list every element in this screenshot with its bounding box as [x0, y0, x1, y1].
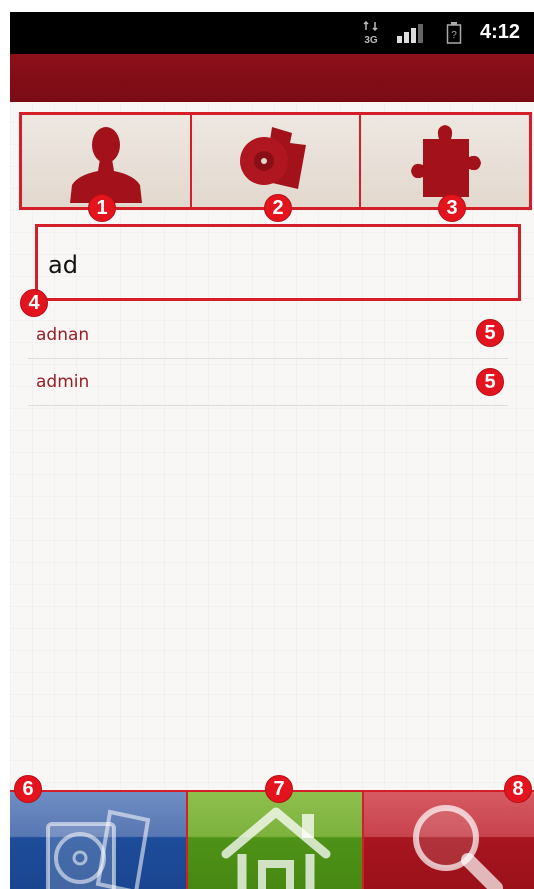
- network-3g-icon: 3G: [363, 21, 378, 45]
- nav-search-button[interactable]: [362, 792, 534, 889]
- media-disc-icon: [239, 127, 306, 189]
- nav-home-button[interactable]: [186, 792, 362, 889]
- person-icon: [69, 127, 142, 203]
- magnifier-icon: [413, 805, 503, 889]
- list-item-label: adnan: [36, 325, 90, 345]
- status-clock: 4:12: [480, 21, 521, 43]
- list-item-label: admin: [36, 372, 90, 392]
- app-screen: 3G ? 4:12 ad adnan admin 1 2 3 4 5 5 6 7…: [10, 12, 534, 889]
- callout-marker-6: 6: [14, 775, 42, 803]
- action-bar: [10, 54, 534, 102]
- callout-marker-4: 4: [20, 289, 48, 317]
- house-icon: [221, 807, 331, 889]
- callout-marker-1: 1: [88, 194, 116, 222]
- status-bar: 3G ? 4:12: [10, 12, 534, 54]
- callout-marker-3: 3: [438, 194, 466, 222]
- bottom-nav: [10, 790, 534, 889]
- disc-case-icon: [46, 809, 151, 889]
- tab-plugins[interactable]: [359, 115, 530, 207]
- callout-marker-5: 5: [476, 368, 504, 396]
- svg-text:?: ?: [451, 30, 457, 41]
- results-list: adnan admin: [28, 312, 508, 406]
- search-field-container: [35, 224, 521, 301]
- tab-users[interactable]: [22, 115, 190, 207]
- list-item[interactable]: adnan: [28, 312, 508, 359]
- battery-unknown-icon: ?: [446, 22, 462, 44]
- callout-marker-8: 8: [504, 775, 532, 803]
- puzzle-piece-icon: [411, 125, 482, 197]
- network-label: 3G: [364, 35, 378, 45]
- list-item[interactable]: admin: [28, 359, 508, 406]
- callout-marker-7: 7: [265, 775, 293, 803]
- signal-strength-icon: [397, 24, 423, 43]
- callout-marker-5: 5: [476, 319, 504, 347]
- search-input[interactable]: [48, 247, 508, 283]
- nav-media-button[interactable]: [10, 792, 186, 889]
- tab-media[interactable]: [189, 115, 360, 207]
- callout-marker-2: 2: [264, 194, 292, 222]
